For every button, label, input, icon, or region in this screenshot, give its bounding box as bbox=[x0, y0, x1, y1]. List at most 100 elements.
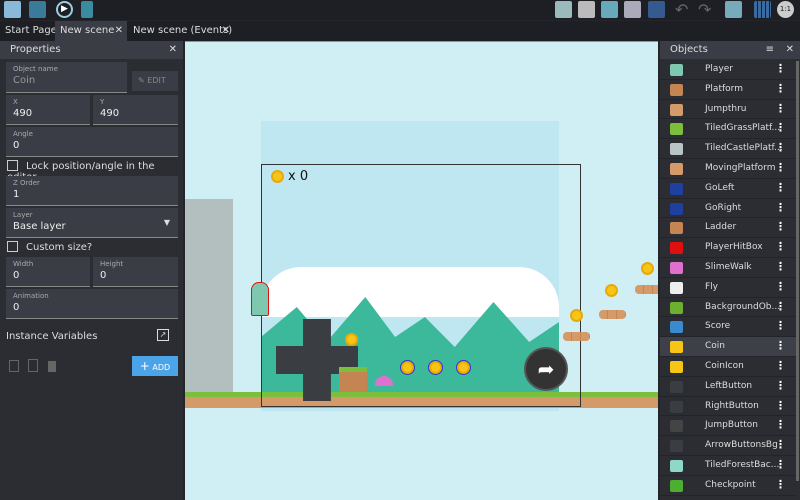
object-item[interactable]: LeftButton ⋮ bbox=[660, 376, 796, 397]
project-manager-icon[interactable] bbox=[4, 1, 21, 18]
tab-new-scene[interactable]: New scene ✕ bbox=[55, 21, 127, 41]
object-item[interactable]: Ladder ⋮ bbox=[660, 218, 796, 239]
object-item[interactable]: PlayerHitBox ⋮ bbox=[660, 238, 796, 258]
jump-button[interactable]: ➦ bbox=[524, 347, 568, 391]
more-vert-icon[interactable]: ⋮ bbox=[775, 102, 786, 115]
custom-size-checkbox[interactable]: Custom size? bbox=[7, 241, 92, 253]
more-vert-icon[interactable]: ⋮ bbox=[775, 379, 786, 392]
object-item[interactable]: BackgroundOb... ⋮ bbox=[660, 297, 796, 318]
coin-instance[interactable] bbox=[605, 284, 618, 297]
coin-instance[interactable] bbox=[570, 309, 583, 322]
checkbox-box[interactable] bbox=[7, 160, 18, 171]
object-item[interactable]: SlimeWalk ⋮ bbox=[660, 258, 796, 278]
width-field[interactable]: Width 0 bbox=[6, 257, 90, 287]
tab-label: New scene bbox=[60, 25, 115, 36]
scene-canvas[interactable]: x 0 ➦ bbox=[185, 41, 658, 500]
coin-instance[interactable] bbox=[345, 333, 358, 346]
close-icon[interactable]: ✕ bbox=[169, 41, 177, 59]
object-thumbnail-icon bbox=[670, 182, 683, 195]
coin-instance[interactable] bbox=[641, 262, 654, 275]
more-vert-icon[interactable]: ⋮ bbox=[775, 161, 786, 174]
tab-new-scene-events[interactable]: New scene (Events) ✕ bbox=[128, 21, 234, 41]
platform-block bbox=[339, 367, 367, 392]
object-item[interactable]: Jumpthru ⋮ bbox=[660, 99, 796, 120]
instances-icon[interactable] bbox=[578, 1, 595, 18]
object-groups-icon[interactable] bbox=[555, 1, 572, 18]
undo-icon[interactable]: ↶ bbox=[675, 1, 692, 18]
close-icon[interactable]: ✕ bbox=[115, 21, 123, 41]
add-variable-button[interactable]: + ADD bbox=[132, 356, 178, 376]
more-vert-icon[interactable]: ⋮ bbox=[775, 220, 786, 233]
copy-icon[interactable] bbox=[9, 360, 19, 372]
layers-icon[interactable] bbox=[648, 1, 665, 18]
object-item[interactable]: MovingPlatform ⋮ bbox=[660, 159, 796, 179]
object-item[interactable]: RightButton ⋮ bbox=[660, 396, 796, 417]
object-item[interactable]: GoLeft ⋮ bbox=[660, 178, 796, 199]
more-vert-icon[interactable]: ⋮ bbox=[775, 141, 786, 154]
more-vert-icon[interactable]: ⋮ bbox=[775, 280, 786, 293]
more-vert-icon[interactable]: ⋮ bbox=[775, 399, 786, 412]
edit-icon[interactable] bbox=[601, 1, 618, 18]
more-vert-icon[interactable]: ⋮ bbox=[775, 438, 786, 451]
open-external-icon[interactable]: ↗ bbox=[157, 329, 169, 341]
debug-icon[interactable] bbox=[81, 1, 93, 18]
object-name-field[interactable]: Object name Coin bbox=[6, 62, 127, 93]
zorder-field[interactable]: Z Order 1 bbox=[6, 176, 178, 206]
object-item[interactable]: TiledGrassPlatf... ⋮ bbox=[660, 119, 796, 140]
more-vert-icon[interactable]: ⋮ bbox=[775, 240, 786, 253]
object-item[interactable]: Coin ⋮ bbox=[660, 337, 796, 357]
more-vert-icon[interactable]: ⋮ bbox=[775, 418, 786, 431]
angle-field[interactable]: Angle 0 bbox=[6, 127, 178, 157]
object-item[interactable]: Player ⋮ bbox=[660, 60, 796, 80]
coin-instance-selected[interactable] bbox=[456, 360, 471, 375]
object-item[interactable]: Platform ⋮ bbox=[660, 79, 796, 100]
zoom-reset-icon[interactable]: 1:1 bbox=[777, 1, 794, 18]
object-item[interactable]: Fly ⋮ bbox=[660, 277, 796, 298]
tab-start-page[interactable]: Start Page bbox=[0, 21, 58, 41]
list-icon[interactable] bbox=[624, 1, 641, 18]
more-vert-icon[interactable]: ⋮ bbox=[775, 319, 786, 332]
scene-icon[interactable] bbox=[29, 1, 46, 18]
grid-icon[interactable] bbox=[754, 1, 771, 18]
more-vert-icon[interactable]: ⋮ bbox=[775, 201, 786, 214]
object-item[interactable]: TiledCastlePlatf... ⋮ bbox=[660, 139, 796, 159]
more-vert-icon[interactable]: ⋮ bbox=[775, 62, 786, 75]
object-item[interactable]: GoRight ⋮ bbox=[660, 198, 796, 219]
more-vert-icon[interactable]: ⋮ bbox=[775, 82, 786, 95]
layer-select[interactable]: Layer Base layer ▼ bbox=[6, 208, 178, 238]
preview-play-icon[interactable]: ▶ bbox=[56, 1, 73, 18]
close-icon[interactable]: ✕ bbox=[222, 21, 230, 41]
delete-icon[interactable] bbox=[48, 361, 56, 372]
object-item[interactable]: JumpButton ⋮ bbox=[660, 416, 796, 437]
field-value: Base layer bbox=[13, 221, 66, 232]
more-vert-icon[interactable]: ⋮ bbox=[775, 478, 786, 491]
coin-instance-selected[interactable] bbox=[400, 360, 415, 375]
more-vert-icon[interactable]: ⋮ bbox=[775, 300, 786, 313]
scrollbar[interactable] bbox=[796, 61, 799, 481]
object-item[interactable]: CoinIcon ⋮ bbox=[660, 357, 796, 377]
more-vert-icon[interactable]: ⋮ bbox=[775, 121, 786, 134]
coin-instance-selected[interactable] bbox=[428, 360, 443, 375]
object-item[interactable]: Score ⋮ bbox=[660, 317, 796, 338]
filter-icon[interactable]: ≡ bbox=[766, 41, 774, 59]
y-field[interactable]: Y 490 bbox=[93, 95, 178, 125]
window-mask-icon[interactable] bbox=[725, 1, 742, 18]
height-field[interactable]: Height 0 bbox=[93, 257, 178, 287]
redo-icon[interactable]: ↷ bbox=[698, 1, 715, 18]
object-item[interactable]: TiledForestBac... ⋮ bbox=[660, 456, 796, 476]
checkbox-box[interactable] bbox=[7, 241, 18, 252]
close-icon[interactable]: ✕ bbox=[786, 41, 794, 59]
object-item[interactable]: ArrowButtonsBg ⋮ bbox=[660, 436, 796, 456]
edit-button[interactable]: ✎ EDIT bbox=[132, 71, 178, 91]
paste-icon[interactable] bbox=[28, 359, 38, 372]
more-vert-icon[interactable]: ⋮ bbox=[775, 260, 786, 273]
more-vert-icon[interactable]: ⋮ bbox=[775, 181, 786, 194]
more-vert-icon[interactable]: ⋮ bbox=[775, 359, 786, 372]
object-item[interactable]: Checkpoint ⋮ bbox=[660, 475, 796, 496]
more-vert-icon[interactable]: ⋮ bbox=[775, 339, 786, 352]
animation-field[interactable]: Animation 0 bbox=[6, 289, 178, 319]
object-thumbnail-icon bbox=[670, 103, 683, 116]
x-field[interactable]: X 490 bbox=[6, 95, 90, 125]
tab-bar: Start Page New scene ✕ New scene (Events)… bbox=[0, 21, 800, 41]
more-vert-icon[interactable]: ⋮ bbox=[775, 458, 786, 471]
